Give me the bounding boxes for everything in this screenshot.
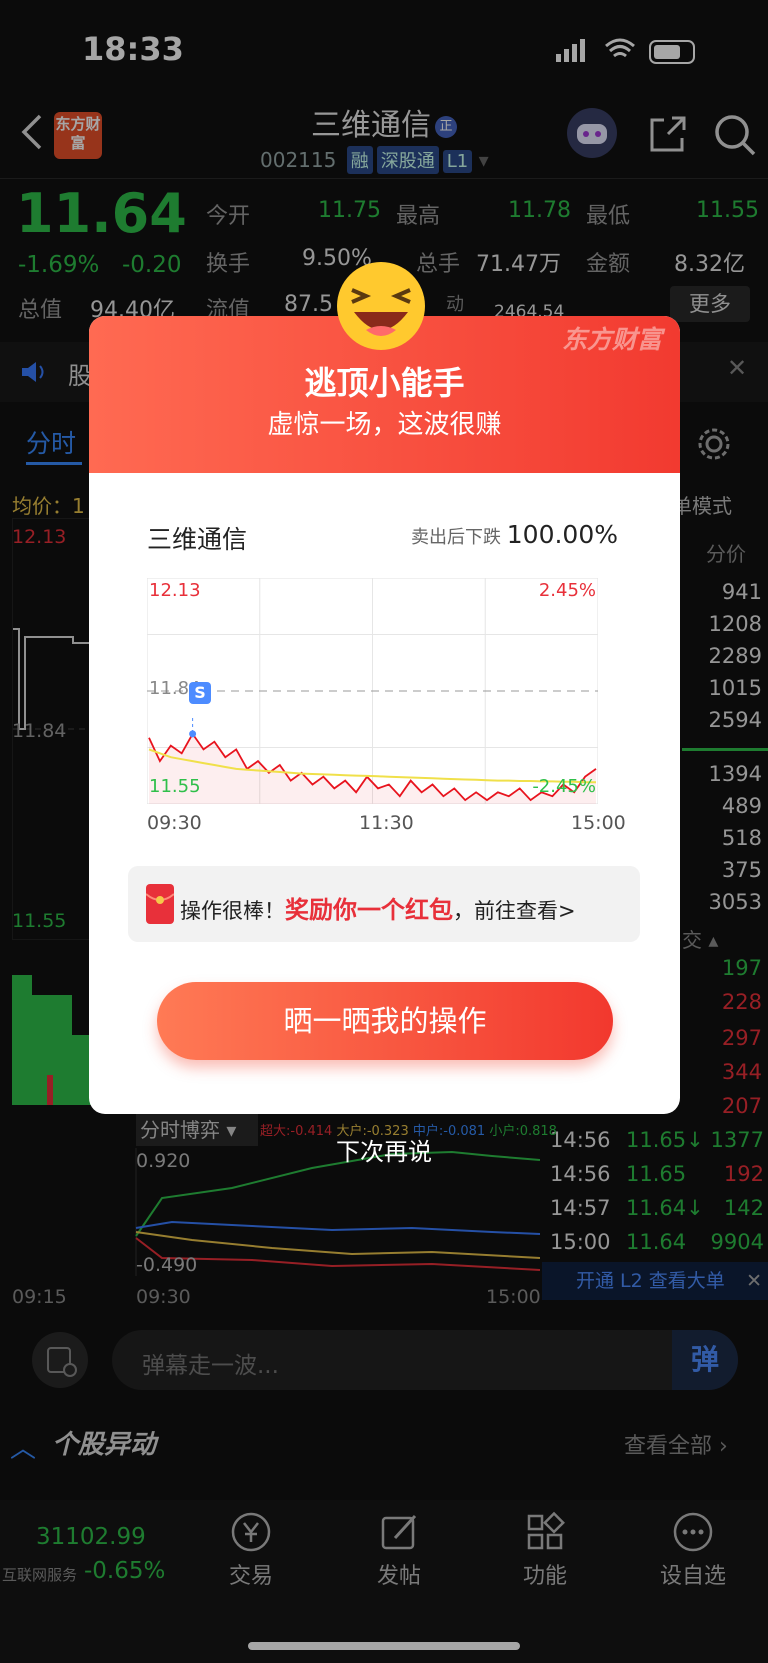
modal-xtick-0: 09:30 [147, 812, 202, 834]
modal-title: 逃顶小能手 [304, 364, 465, 402]
reward-text: 操作很棒！奖励你一个红包，前往查看> [180, 896, 576, 924]
modal-xtick-1: 11:30 [359, 812, 414, 834]
modal-metric: 卖出后下跌 100.00% [411, 520, 618, 549]
modal-chart-top: 12.13 [149, 580, 201, 601]
modal-chart-svg [146, 577, 599, 805]
modal-chart [146, 577, 599, 805]
sell-point [189, 730, 197, 738]
modal-pct-bot: -2.45% [532, 776, 596, 797]
modal-chart-bot: 11.55 [149, 776, 201, 797]
modal-pct-top: 2.45% [538, 580, 596, 601]
laughing-emoji-icon [337, 262, 425, 350]
share-operation-button[interactable]: 晒一晒我的操作 [157, 982, 613, 1060]
modal-subtitle: 虚惊一场，这波很赚 [267, 410, 502, 440]
modal-xtick-2: 15:00 [571, 812, 626, 834]
achievement-modal: 东方财富 逃顶小能手 虚惊一场，这波很赚 三维通信 卖出后下跌 100.00% … [89, 316, 680, 1114]
sell-marker: S [189, 682, 211, 704]
red-envelope-icon [146, 884, 174, 924]
brand-watermark: 东方财富 [561, 325, 662, 354]
modal-stock: 三维通信 [147, 525, 248, 554]
dismiss-link[interactable]: 下次再说 [0, 1132, 768, 1167]
reward-banner[interactable]: 操作很棒！奖励你一个红包，前往查看> [128, 866, 640, 942]
